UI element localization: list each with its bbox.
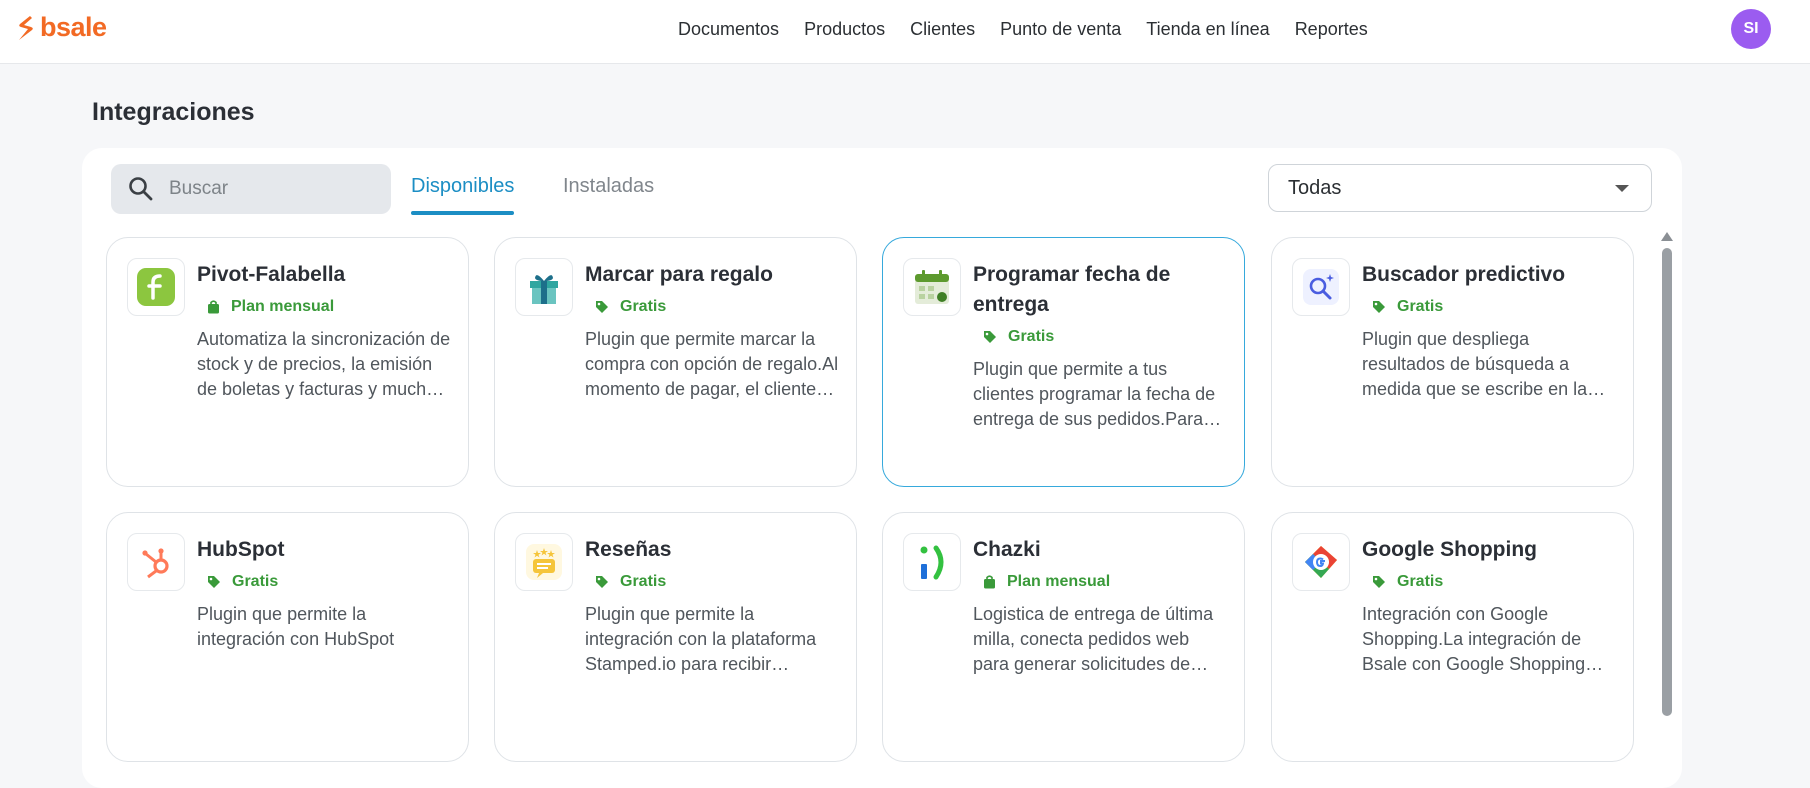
google-shopping-logo xyxy=(1292,533,1350,591)
card-plan: Gratis xyxy=(595,298,666,316)
gift-icon xyxy=(515,258,573,316)
tag-icon xyxy=(596,301,608,313)
card-plan: Plan mensual xyxy=(983,573,1110,591)
pivot-falabella-logo-icon xyxy=(137,268,175,306)
integration-card-hubspot[interactable]: HubSpot Gratis Plugin que permite la int… xyxy=(106,512,469,762)
nav-item-productos[interactable]: Productos xyxy=(804,19,885,40)
nav-item-clientes[interactable]: Clientes xyxy=(910,19,975,40)
search-input[interactable] xyxy=(167,177,371,201)
card-description: Logistica de entrega de última milla, co… xyxy=(973,604,1214,674)
card-title: Reseñas xyxy=(585,538,672,561)
card-title: Chazki xyxy=(973,538,1041,561)
card-description: Plugin que permite a tus clientes progra… xyxy=(973,359,1216,429)
tag-icon xyxy=(596,576,608,588)
integration-card-marcar-para-regalo[interactable]: Marcar para regalo Gratis Plugin que per… xyxy=(494,237,857,487)
hubspot-logo-icon xyxy=(142,548,169,579)
tag-icon xyxy=(208,576,220,588)
search-sparkle-icon xyxy=(1292,258,1350,316)
card-title: Marcar para regalo xyxy=(585,263,773,286)
nav-item-documentos[interactable]: Documentos xyxy=(678,19,779,40)
card-plan-label: Gratis xyxy=(620,573,667,590)
category-filter-select[interactable]: Todas xyxy=(1268,164,1652,212)
reviews-logo-icon xyxy=(526,544,562,580)
card-plan-label: Gratis xyxy=(232,573,279,590)
integration-card-buscador-predictivo[interactable]: Buscador predictivo Gratis Plugin que de… xyxy=(1271,237,1634,487)
tab-instaladas-label: Instaladas xyxy=(563,175,655,197)
card-plan: Plan mensual xyxy=(207,298,334,316)
nav-item-reportes[interactable]: Reportes xyxy=(1295,19,1368,40)
google-shopping-logo-icon xyxy=(1305,546,1337,578)
card-plan: Gratis xyxy=(983,328,1054,346)
card-title: HubSpot xyxy=(197,538,285,561)
integration-card-programar-fecha-de-entrega[interactable]: Programar fecha de entrega Gratis Plugin… xyxy=(882,237,1245,487)
chevron-down-icon xyxy=(1615,184,1629,192)
tag-icon xyxy=(984,331,996,343)
card-description: Plugin que permite la integración con Hu… xyxy=(197,604,395,649)
top-navbar: bsale Documentos Productos Clientes Punt… xyxy=(0,0,1810,64)
card-plan: Gratis xyxy=(595,573,666,591)
bag-icon xyxy=(208,300,219,314)
integration-card-chazki[interactable]: Chazki Plan mensual Logistica de entrega… xyxy=(882,512,1245,762)
card-title: Google Shopping xyxy=(1362,538,1537,561)
hubspot-logo xyxy=(127,533,185,591)
bag-icon xyxy=(984,575,995,589)
card-plan-label: Plan mensual xyxy=(231,298,335,315)
card-plan-label: Gratis xyxy=(1008,328,1055,345)
category-filter-value: Todas xyxy=(1288,176,1342,199)
card-plan-label: Gratis xyxy=(1397,298,1444,315)
card-description: Plugin que permite marcar la compra con … xyxy=(585,329,839,399)
predictive-search-logo-icon xyxy=(1303,269,1339,305)
card-plan: Gratis xyxy=(1372,573,1443,591)
reviews-icon xyxy=(515,533,573,591)
card-description: Automatiza la sincronización de stock y … xyxy=(197,329,451,399)
bsale-logo[interactable]: bsale xyxy=(16,12,107,43)
integration-card-pivot-falabella[interactable]: Pivot-Falabella Plan mensual Automatiza … xyxy=(106,237,469,487)
card-title: Programar fecha de entrega xyxy=(973,263,1171,316)
card-title: Buscador predictivo xyxy=(1362,263,1566,286)
integration-card-resenas[interactable]: Reseñas Gratis Plugin que permite la int… xyxy=(494,512,857,762)
card-plan-label: Gratis xyxy=(1397,573,1444,590)
tab-disponibles-label: Disponibles xyxy=(411,175,515,197)
nav-item-tienda-en-linea[interactable]: Tienda en línea xyxy=(1146,19,1269,40)
tag-icon xyxy=(1373,576,1385,588)
user-avatar[interactable]: SI xyxy=(1731,9,1771,49)
tag-icon xyxy=(1373,301,1385,313)
gift-logo-icon xyxy=(530,275,558,304)
main-nav: Documentos Productos Clientes Punto de v… xyxy=(678,0,1368,58)
card-plan-label: Gratis xyxy=(620,298,667,315)
search-icon xyxy=(129,177,153,201)
scrollbar-thumb[interactable] xyxy=(1662,248,1672,716)
bsale-logo-mark-icon xyxy=(19,15,33,40)
chazki-logo-icon xyxy=(920,545,944,580)
card-plan-label: Plan mensual xyxy=(1007,573,1111,590)
search-box[interactable] xyxy=(111,164,391,214)
card-plan: Gratis xyxy=(207,573,278,591)
pivot-falabella-logo xyxy=(127,258,185,316)
tab-disponibles[interactable]: Disponibles xyxy=(411,175,515,215)
card-plan: Gratis xyxy=(1372,298,1443,316)
calendar-icon xyxy=(903,258,961,316)
chazki-logo xyxy=(903,533,961,591)
tab-instaladas[interactable]: Instaladas xyxy=(563,175,654,198)
calendar-logo-icon xyxy=(915,270,949,304)
scroll-up-arrow-icon[interactable] xyxy=(1661,232,1673,241)
active-tab-indicator xyxy=(411,211,515,215)
card-description: Integración con Google Shopping.La integ… xyxy=(1362,604,1586,674)
brand-name: bsale xyxy=(40,12,107,42)
card-description: Plugin que permite la integración con la… xyxy=(585,604,817,674)
card-description: Plugin que despliega resultados de búsqu… xyxy=(1362,329,1588,399)
page-title: Integraciones xyxy=(92,98,255,126)
card-title: Pivot-Falabella xyxy=(197,263,346,286)
nav-item-punto-de-venta[interactable]: Punto de venta xyxy=(1000,19,1121,40)
integration-card-google-shopping[interactable]: Google Shopping Gratis Integración con G… xyxy=(1271,512,1634,762)
